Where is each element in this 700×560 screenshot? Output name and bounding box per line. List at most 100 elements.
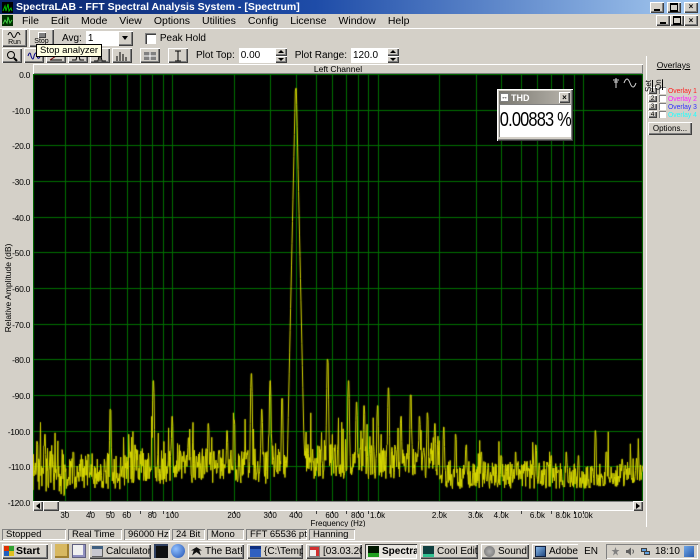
title-bar: SpectraLAB - FFT Spectral Analysis Syste…	[0, 0, 700, 14]
minimize-button[interactable]	[650, 2, 664, 13]
network-icon[interactable]	[640, 546, 651, 557]
mdi-close-button[interactable]: ×	[684, 15, 698, 26]
status-mono: Mono	[207, 529, 244, 540]
taskbar-button-the-bat-[interactable]: The Bat!	[188, 544, 244, 559]
y-tick-label: -10.0	[0, 106, 30, 116]
system-tray: 18:10	[606, 544, 698, 559]
taskbar-button-adobe-ph-[interactable]: Adobe Ph...	[532, 544, 578, 559]
thd-window-icon: ↔	[500, 93, 509, 102]
surface-grid-icon	[143, 50, 157, 62]
mdi-minimize-button[interactable]	[656, 15, 670, 26]
y-tick-label: -90.0	[0, 391, 30, 401]
spectrogram-view-button[interactable]	[112, 48, 132, 63]
console-icon[interactable]	[154, 544, 168, 558]
x-scrollbar[interactable]	[33, 501, 643, 511]
globe-icon[interactable]	[171, 544, 185, 558]
overlay-set-button-3[interactable]: 3	[648, 103, 657, 110]
taskbar-button-label: Sound	[498, 546, 527, 557]
overlay-row: 4Overlay 4	[648, 111, 700, 118]
window-title: SpectraLAB - FFT Spectral Analysis Syste…	[16, 1, 647, 13]
spectralab-icon	[368, 546, 379, 557]
overlay-on-checkbox-3[interactable]	[659, 103, 666, 110]
plot-range-down-button[interactable]	[387, 56, 399, 64]
scroll-right-button[interactable]	[633, 501, 643, 511]
status-stopped: Stopped	[2, 529, 66, 540]
taskbar-button-label: [03.03.20...	[323, 546, 362, 557]
avg-label: Avg:	[62, 33, 82, 44]
arrow-right-icon	[636, 503, 640, 509]
menu-file[interactable]: File	[16, 14, 45, 28]
menu-view[interactable]: View	[113, 14, 148, 28]
menu-license[interactable]: License	[284, 14, 332, 28]
plot-top-value[interactable]	[239, 48, 275, 63]
x-tick-mark	[163, 511, 164, 514]
spectralab-window: SpectraLAB - FFT Spectral Analysis Syste…	[0, 0, 700, 560]
run-button[interactable]: Run	[2, 29, 27, 47]
chevron-down-icon	[122, 36, 128, 40]
thd-close-button[interactable]: ×	[559, 92, 570, 103]
plot-range-spinbox[interactable]	[351, 48, 399, 63]
document-icon[interactable]	[72, 544, 86, 558]
close-button[interactable]: ×	[684, 2, 698, 13]
overlay-set-button-4[interactable]: 4	[648, 111, 657, 118]
close-icon: ×	[689, 3, 694, 11]
menu-items: FileEditModeViewOptionsUtilitiesConfigLi…	[16, 14, 415, 28]
y-tick-label: -30.0	[0, 177, 30, 187]
start-button[interactable]: Start	[2, 544, 48, 559]
taskbar-button-spectral-[interactable]: SpectraL...	[365, 544, 417, 559]
overlays-set-column-label: Set	[644, 80, 653, 92]
peak-hold-label: Peak Hold	[160, 33, 206, 44]
menu-utilities[interactable]: Utilities	[196, 14, 242, 28]
plot-top-spinbox[interactable]	[239, 48, 287, 63]
scrollbar-thumb[interactable]	[43, 501, 59, 511]
plot-top-down-button[interactable]	[275, 56, 287, 64]
scroll-left-button[interactable]	[33, 501, 43, 511]
taskbar-button-cool-edit-[interactable]: Cool Edit ...	[420, 544, 478, 559]
taskbar-button--c-temp-[interactable]: {C:\Temp...	[247, 544, 303, 559]
surface-view-button[interactable]	[140, 48, 160, 63]
taskbar-button-label: Cool Edit ...	[437, 546, 478, 557]
clock: 18:10	[655, 546, 680, 557]
peak-hold-checkbox[interactable]	[145, 33, 156, 44]
calculator-icon	[92, 546, 103, 557]
mdi-restore-button[interactable]	[670, 15, 684, 26]
transport-toolbar: Run Stop Avg: Peak Hold	[0, 28, 700, 47]
menu-config[interactable]: Config	[242, 14, 284, 28]
keyboard-layout-icon[interactable]	[610, 546, 621, 557]
photoshop-icon	[535, 546, 546, 557]
taskbar-button-sound[interactable]: Sound	[481, 544, 529, 559]
tray-app-icon[interactable]	[684, 546, 694, 557]
folder-icon[interactable]	[55, 544, 69, 558]
menu-window[interactable]: Window	[332, 14, 381, 28]
windows-flag-icon	[4, 546, 14, 556]
overlay-on-checkbox-4[interactable]	[659, 111, 666, 118]
menu-edit[interactable]: Edit	[45, 14, 75, 28]
thd-window[interactable]: ↔ THD × 0.00883 %	[497, 89, 573, 141]
minimize-icon	[654, 9, 660, 11]
channel-title: Left Channel	[33, 64, 643, 74]
plot-range-value[interactable]	[351, 48, 387, 63]
mdi-child-icon[interactable]	[2, 15, 13, 26]
menu-mode[interactable]: Mode	[75, 14, 113, 28]
marker-button[interactable]	[168, 48, 188, 63]
taskbar-button-calculator[interactable]: Calculator	[89, 544, 151, 559]
status-24-bit: 24 Bit	[172, 529, 205, 540]
taskbar-button--03-03-20-[interactable]: [03.03.20...	[306, 544, 362, 559]
language-indicator[interactable]: EN	[581, 546, 601, 557]
menu-options[interactable]: Options	[148, 14, 196, 28]
image-viewer-icon	[309, 546, 320, 557]
thd-title-bar[interactable]: ↔ THD ×	[499, 91, 571, 104]
plot-top-up-button[interactable]	[275, 48, 287, 56]
overlays-options-button[interactable]: Options...	[648, 122, 692, 135]
status-hanning: Hanning	[309, 529, 355, 540]
taskbar-button-label: {C:\Temp...	[264, 546, 303, 557]
overlay-set-button-2[interactable]: 2	[648, 95, 657, 102]
overlay-on-checkbox-2[interactable]	[659, 95, 666, 102]
zoom-tool-button[interactable]	[2, 48, 22, 63]
avg-dropdown-button[interactable]	[118, 31, 133, 46]
volume-icon[interactable]	[625, 546, 636, 557]
taskbar-button-label: Adobe Ph...	[549, 546, 578, 557]
menu-help[interactable]: Help	[382, 14, 416, 28]
plot-range-up-button[interactable]	[387, 48, 399, 56]
restore-button[interactable]	[667, 2, 681, 13]
